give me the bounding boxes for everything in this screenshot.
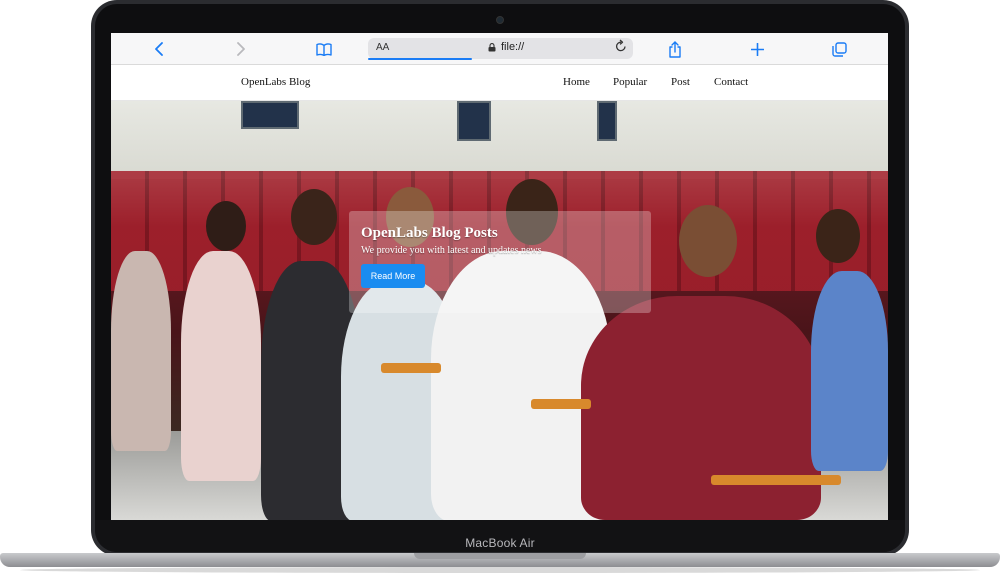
nav-link-popular[interactable]: Popular: [613, 76, 647, 88]
lock-icon: [488, 43, 496, 52]
hero-card: OpenLabs Blog Posts We provide you with …: [349, 211, 651, 313]
laptop-base-notch: [414, 553, 586, 559]
chevron-left-icon[interactable]: [151, 39, 167, 59]
hero-title: OpenLabs Blog Posts: [361, 225, 498, 241]
nav-link-contact[interactable]: Contact: [714, 76, 748, 88]
address-bar[interactable]: AA file://: [368, 38, 633, 60]
camera-icon: [496, 16, 504, 24]
nav-link-home[interactable]: Home: [563, 76, 590, 88]
text-size-button[interactable]: AA: [376, 42, 389, 53]
browser-toolbar: AA file://: [111, 33, 888, 65]
book-icon[interactable]: [315, 39, 333, 59]
site-navbar: OpenLabs Blog Home Popular Post Contact: [111, 65, 888, 101]
nav-link-post[interactable]: Post: [671, 76, 690, 88]
page-load-progress: [368, 58, 472, 60]
reload-icon[interactable]: [615, 39, 627, 56]
hero-banner: OpenLabs Blog Posts We provide you with …: [111, 101, 888, 520]
url-text: file://: [501, 41, 525, 53]
laptop-shadow: [20, 567, 980, 573]
share-icon[interactable]: [667, 39, 683, 59]
plus-icon[interactable]: [749, 39, 765, 59]
site-brand[interactable]: OpenLabs Blog: [241, 76, 310, 88]
chevron-right-icon[interactable]: [233, 39, 249, 59]
hero-subtitle: We provide you with latest and updates n…: [361, 245, 542, 256]
read-more-button[interactable]: Read More: [361, 264, 425, 288]
device-label: MacBook Air: [465, 536, 535, 550]
screen: AA file:// OpenLabs Blog Home Popular Po…: [111, 33, 888, 520]
tabs-icon[interactable]: [831, 39, 847, 59]
